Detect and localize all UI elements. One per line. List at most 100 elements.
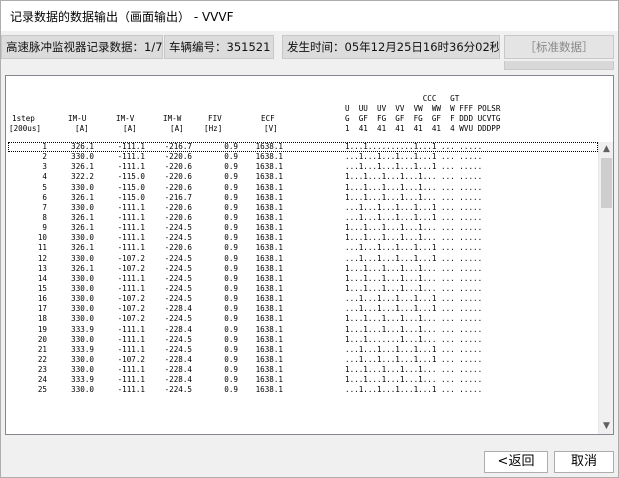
cell-ecf: 1638.1 <box>255 273 283 283</box>
export-dialog: 记录数据的数据输出（画面输出） - VVVF 高速脉冲监视器记录数据：1/7 车… <box>0 0 619 478</box>
table-row[interactable]: 19 333.9 -111.1 -228.4 0.9 1638.1 1...1...1...… <box>8 325 598 335</box>
cell-fiv: 0.9 <box>224 365 238 375</box>
cell-flags: ...1...1...1...1...1 ... ..... <box>345 354 483 364</box>
cell-flags: 1...1...1...1...1... ... ..... <box>345 283 483 293</box>
cell-imv: -107.2 <box>117 253 145 263</box>
cell-flags: ...1...1...1...1...1 ... ..... <box>345 304 483 314</box>
cell-ecf: 1638.1 <box>255 334 283 344</box>
table-row[interactable]: 11 326.1 -111.1 -220.6 0.9 1638.1 ...1...1...1… <box>8 243 598 253</box>
cell-flags: ...1...1...1...1...1 ... ..... <box>345 243 483 253</box>
chevron-down-icon[interactable]: ▼ <box>599 419 614 434</box>
cell-imu: 333.9 <box>71 324 94 334</box>
table-row[interactable]: 23 330.0 -111.1 -228.4 0.9 1638.1 1...1...1...… <box>8 365 598 375</box>
cell-imu: 330.0 <box>71 233 94 243</box>
cell-imu: 330.0 <box>71 202 94 212</box>
header-fiv: FIV <box>208 114 222 123</box>
cell-flags: 1...1.......1...1... ... ..... <box>345 334 483 344</box>
table-row[interactable]: 17 330.0 -107.2 -228.4 0.9 1638.1 ...1...1...1… <box>8 304 598 314</box>
cell-flags: ...1...1...1...1...1 ... ..... <box>345 385 483 395</box>
table-row[interactable]: 22 330.0 -107.2 -228.4 0.9 1638.1 ...1...1...1… <box>8 355 598 365</box>
cell-flags: 1...1...1...1...1... ... ..... <box>345 233 483 243</box>
table-row[interactable]: 5 330.0 -115.0 -220.6 0.9 1638.1 1...1...1...1… <box>8 183 598 193</box>
table-row[interactable]: 2 330.0 -111.1 -220.6 0.9 1638.1 ...1...1...1.… <box>8 152 598 162</box>
cell-fiv: 0.9 <box>224 385 238 395</box>
cell-imv: -111.1 <box>117 324 145 334</box>
cell-step: 7 <box>42 202 47 212</box>
cell-fiv: 0.9 <box>224 283 238 293</box>
cell-step: 15 <box>37 283 47 293</box>
cell-ecf: 1638.1 <box>255 172 283 182</box>
window-title: 记录数据的数据输出（画面输出） - VVVF <box>10 10 234 24</box>
table-row[interactable]: 6 326.1 -115.0 -216.7 0.9 1638.1 1...1...1...1… <box>8 193 598 203</box>
chevron-up-icon[interactable]: ▲ <box>599 142 614 157</box>
cancel-button[interactable]: 取消 <box>554 451 614 473</box>
back-button[interactable]: <返回 <box>484 451 548 473</box>
cell-imw: -220.6 <box>164 212 192 222</box>
cell-flags: 1...1...1...1...1... ... ..... <box>345 182 483 192</box>
cell-flags: ...1...1...1...1...1 ... ..... <box>345 294 483 304</box>
cell-step: 2 <box>42 152 47 162</box>
table-row[interactable]: 24 333.9 -111.1 -228.4 0.9 1638.1 1...1...1...… <box>8 375 598 385</box>
table-row[interactable]: 18 330.0 -107.2 -224.5 0.9 1638.1 1...1...1...… <box>8 314 598 324</box>
cell-fiv: 0.9 <box>224 324 238 334</box>
cell-step: 5 <box>42 182 47 192</box>
table-row[interactable]: 4 322.2 -115.0 -220.6 0.9 1638.1 1...1...1...1… <box>8 172 598 182</box>
table-row[interactable]: 1 326.1 -111.1 -216.7 0.9 1638.1 1...1........… <box>8 142 598 153</box>
table-row[interactable]: 14 330.0 -111.1 -224.5 0.9 1638.1 1...1...1...… <box>8 274 598 284</box>
cell-step: 9 <box>42 223 47 233</box>
table-row[interactable]: 16 330.0 -107.2 -224.5 0.9 1638.1 ...1...1...1… <box>8 294 598 304</box>
cell-imw: -224.5 <box>164 263 192 273</box>
cell-imu: 330.0 <box>71 152 94 162</box>
cell-step: 25 <box>37 385 47 395</box>
data-listing[interactable]: 1step [200us] IM-U [A] IM-V [A] IM-W [A]… <box>5 75 614 435</box>
cell-imw: -216.7 <box>164 142 192 151</box>
cell-ecf: 1638.1 <box>255 283 283 293</box>
table-row[interactable]: 20 330.0 -111.1 -224.5 0.9 1638.1 1...1.......… <box>8 335 598 345</box>
header-step-unit: [200us] <box>9 124 42 133</box>
cell-step: 1 <box>42 142 47 151</box>
header-im-v-unit: [A] <box>123 124 137 133</box>
cell-imv: -111.1 <box>117 152 145 162</box>
cell-fiv: 0.9 <box>224 344 238 354</box>
cell-ecf: 1638.1 <box>255 152 283 162</box>
cell-step: 8 <box>42 212 47 222</box>
cell-ecf: 1638.1 <box>255 314 283 324</box>
cell-imu: 330.0 <box>71 365 94 375</box>
table-row[interactable]: 15 330.0 -111.1 -224.5 0.9 1638.1 1...1...1...… <box>8 284 598 294</box>
cell-imu: 330.0 <box>71 354 94 364</box>
table-row[interactable]: 7 330.0 -111.1 -220.6 0.9 1638.1 ...1...1...1.… <box>8 203 598 213</box>
cell-imv: -107.2 <box>117 354 145 364</box>
table-row[interactable]: 25 330.0 -111.1 -224.5 0.9 1638.1 ...1...1...1… <box>8 385 598 395</box>
cell-ecf: 1638.1 <box>255 233 283 243</box>
cell-imu: 330.0 <box>71 294 94 304</box>
cell-fiv: 0.9 <box>224 294 238 304</box>
cell-imv: -115.0 <box>117 172 145 182</box>
cell-fiv: 0.9 <box>224 253 238 263</box>
table-row[interactable]: 12 330.0 -107.2 -224.5 0.9 1638.1 ...1...1...1… <box>8 254 598 264</box>
cell-fiv: 0.9 <box>224 263 238 273</box>
table-row[interactable]: 10 330.0 -111.1 -224.5 0.9 1638.1 1...1...1...… <box>8 233 598 243</box>
cell-ecf: 1638.1 <box>255 253 283 263</box>
column-header: 1step [200us] IM-U [A] IM-V [A] IM-W [A]… <box>6 76 613 142</box>
vertical-scrollbar[interactable]: ▲ ▼ <box>598 142 613 434</box>
cell-fiv: 0.9 <box>224 304 238 314</box>
table-row[interactable]: 3 326.1 -111.1 -220.6 0.9 1638.1 ...1...1...1.… <box>8 162 598 172</box>
table-row[interactable]: 9 326.1 -111.1 -224.5 0.9 1638.1 1...1...1...1… <box>8 223 598 233</box>
header-im-w: IM-W <box>163 114 182 123</box>
cell-flags: 1...1...1...1...1... ... ..... <box>345 273 483 283</box>
cell-imu: 326.1 <box>71 162 94 172</box>
cell-imw: -224.5 <box>164 233 192 243</box>
table-row[interactable]: 8 326.1 -111.1 -220.6 0.9 1638.1 ...1...1...1.… <box>8 213 598 223</box>
cell-imw: -216.7 <box>164 192 192 202</box>
cell-imu: 330.0 <box>71 304 94 314</box>
table-row[interactable]: 13 326.1 -107.2 -224.5 0.9 1638.1 1...1...1...… <box>8 264 598 274</box>
scroll-thumb[interactable] <box>601 158 612 208</box>
cell-step: 13 <box>37 263 47 273</box>
cell-flags: 1...1...1...1...1... ... ..... <box>345 324 483 334</box>
data-rows: 1 326.1 -111.1 -216.7 0.9 1638.1 1...1........… <box>8 142 598 434</box>
table-row[interactable]: 21 333.9 -111.1 -224.5 0.9 1638.1 ...1...1...1… <box>8 345 598 355</box>
cell-imu: 330.0 <box>71 334 94 344</box>
cell-imw: -220.6 <box>164 202 192 212</box>
cell-imw: -224.5 <box>164 334 192 344</box>
cell-fiv: 0.9 <box>224 273 238 283</box>
